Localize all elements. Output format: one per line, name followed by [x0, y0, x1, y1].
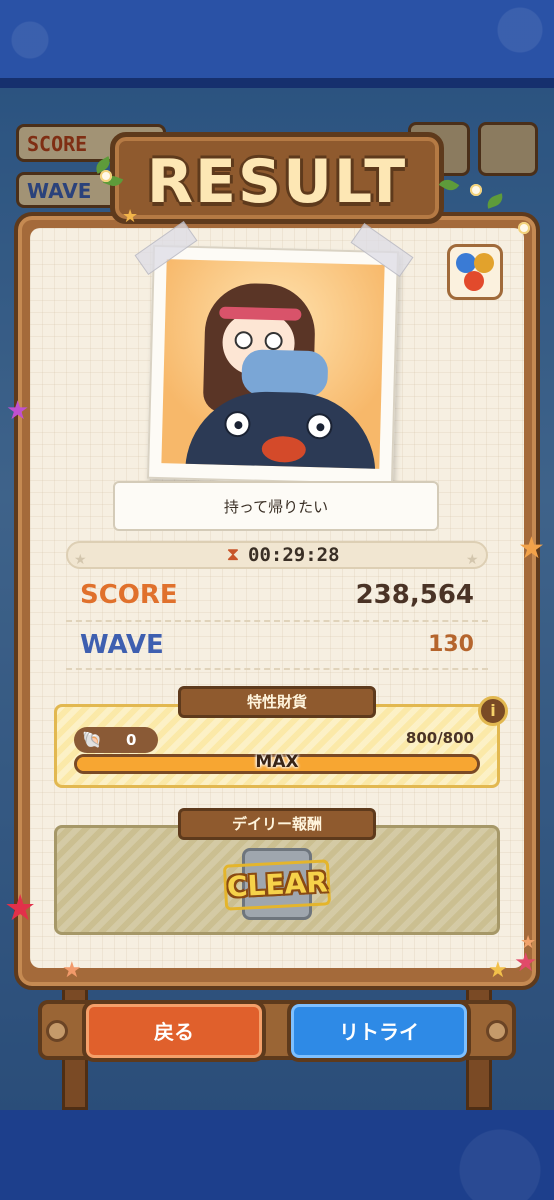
photo-caption: 持って帰りたい — [113, 481, 439, 531]
result-title: RESULT — [146, 147, 408, 217]
character-headband — [219, 306, 302, 321]
starfish-icon: ★ — [518, 531, 545, 566]
clear-stamp: CLEAR — [222, 859, 332, 911]
score-value: 238,564 — [355, 580, 474, 610]
flower-decoration — [518, 222, 530, 234]
starfish-icon: ★ — [520, 932, 537, 953]
bolt-decoration — [486, 1020, 508, 1042]
hourglass-icon: ⧗ — [226, 544, 240, 565]
yellow-orb-icon — [474, 253, 494, 273]
result-photo — [146, 244, 400, 486]
trait-currency-title: 特性財貨 — [178, 686, 376, 718]
starfish-icon: ★ — [488, 958, 508, 983]
trait-progress-text: 800/800 — [405, 729, 474, 747]
photo-illustration — [161, 259, 385, 469]
flower-decoration — [100, 170, 112, 182]
shell-icon: 🐚 — [82, 730, 102, 749]
gauge-max-label: MAX — [255, 752, 299, 772]
wave-divider — [66, 668, 488, 670]
item-orbs-icon[interactable] — [447, 244, 503, 300]
play-time: 00:29:28 — [248, 544, 340, 566]
daily-reward-title: デイリー報酬 — [178, 808, 376, 840]
starfish-icon: ★ — [4, 888, 37, 929]
bolt-decoration — [46, 1020, 68, 1042]
flower-decoration — [470, 184, 482, 196]
bottom-background-band — [0, 1110, 554, 1200]
shell-counter: 🐚 0 — [74, 727, 158, 753]
blue-orb-icon — [456, 253, 476, 273]
wave-value: 130 — [428, 632, 474, 657]
back-button[interactable]: 戻る — [82, 1000, 266, 1062]
score-label: SCORE — [80, 580, 178, 610]
star-icon: ★ — [466, 552, 479, 568]
star-icon: ★ — [74, 552, 87, 568]
score-divider — [66, 620, 488, 622]
starfish-icon: ★ — [62, 958, 82, 983]
starfish-icon: ★ — [6, 396, 30, 426]
wave-label: WAVE — [80, 630, 164, 660]
info-icon[interactable]: i — [478, 696, 508, 726]
top-band-edge — [0, 78, 554, 88]
starfish-icon: ★ — [122, 206, 139, 227]
fire-orb-icon — [464, 271, 484, 291]
top-background-band — [0, 0, 554, 78]
retry-button[interactable]: リトライ — [287, 1000, 471, 1062]
character-hands — [241, 349, 329, 398]
shell-count: 0 — [126, 731, 137, 749]
